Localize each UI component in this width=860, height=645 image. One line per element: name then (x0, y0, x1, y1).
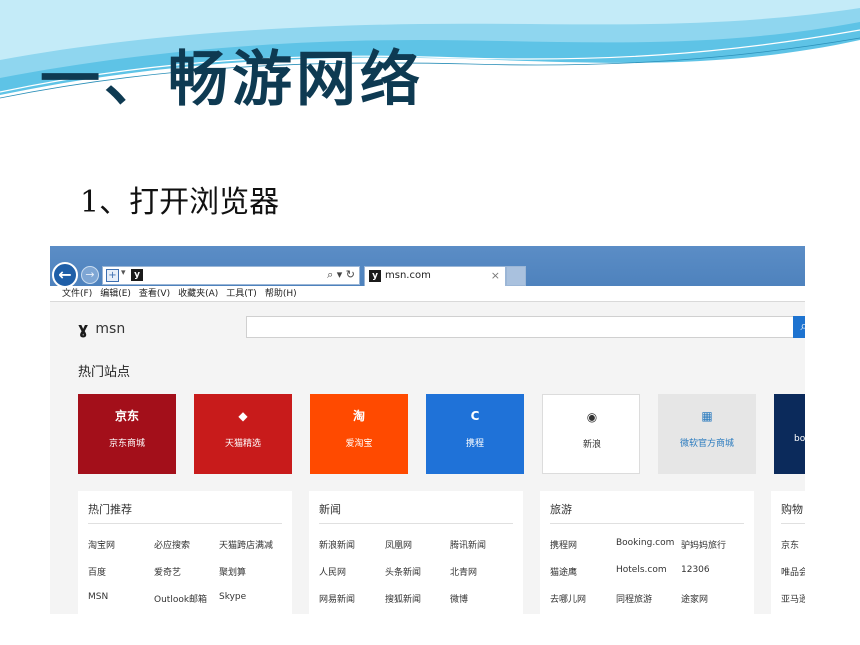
site-link[interactable]: 亚马逊 (781, 592, 805, 605)
close-icon[interactable]: × (491, 269, 500, 282)
site-tile[interactable]: 淘爱淘宝 (310, 394, 408, 474)
card-divider (781, 523, 805, 524)
site-link[interactable]: 搜狐新闻 (385, 592, 421, 605)
site-tile-label: 京东商城 (108, 439, 145, 449)
site-tile[interactable]: bo (774, 394, 805, 474)
menu-help[interactable]: 帮助(H) (265, 286, 297, 301)
browser-toolbar: ← → + ▾ y ⌕ ▾ ↻ y msn.com × (50, 246, 805, 288)
msn-favicon-icon: y (369, 270, 381, 282)
site-link[interactable]: Hotels.com (616, 565, 667, 575)
butterfly-icon: ɣ (78, 319, 89, 338)
address-tools-icons[interactable]: ⌕ ▾ ↻ (327, 268, 355, 282)
site-link[interactable]: 新浪新闻 (319, 538, 355, 551)
link-card: 购物京东唯品会亚马逊 (771, 491, 805, 614)
site-link[interactable]: MSN (88, 592, 108, 602)
link-card: 旅游携程网 Booking.com 驴妈妈旅行猫途鹰 Hotels.com 12306 去… (540, 491, 754, 614)
site-link[interactable]: 头条新闻 (385, 565, 421, 578)
site-link[interactable]: 百度 (88, 565, 106, 578)
new-tab-button[interactable] (506, 266, 526, 286)
browser-window: ← → + ▾ y ⌕ ▾ ↻ y msn.com × 文件(F) 编辑(E) … (50, 246, 805, 614)
site-link[interactable]: Booking.com (616, 538, 674, 548)
msn-favicon-icon: y (131, 269, 143, 281)
hot-sites-heading: 热门站点 (78, 365, 131, 380)
site-logo-icon: ◆ (238, 409, 248, 423)
site-tile[interactable]: 京东 京东商城 (78, 394, 176, 474)
site-link[interactable]: 必应搜索 (154, 538, 190, 551)
card-title[interactable]: 旅游 (550, 501, 572, 517)
site-link[interactable]: 聚划算 (219, 565, 246, 578)
menu-view[interactable]: 查看(V) (139, 286, 170, 301)
site-tile[interactable]: ◉ 新浪 (542, 394, 640, 474)
site-link[interactable]: 网易新闻 (319, 592, 355, 605)
site-link[interactable]: 微博 (450, 592, 468, 605)
msn-logo-text: msn (95, 320, 126, 337)
site-tile-label: 新浪 (582, 440, 601, 450)
card-title[interactable]: 新闻 (319, 501, 341, 517)
site-tile-label: 爱淘宝 (345, 439, 373, 449)
menu-tools[interactable]: 工具(T) (226, 286, 257, 301)
msn-logo[interactable]: ɣ msn (78, 318, 126, 338)
site-link[interactable]: 驴妈妈旅行 (681, 538, 726, 551)
slide-title: 一、畅游网络 (40, 45, 424, 115)
search-input[interactable] (246, 316, 794, 338)
card-title[interactable]: 购物 (781, 501, 803, 517)
site-logo-icon: ▦ (701, 409, 713, 423)
site-tile-label: 携程 (465, 439, 484, 449)
link-card: 热门推荐淘宝网 必应搜索 天猫跨店满减百度 爱奇艺 聚划算 MSN Outlook邮箱 Sky… (78, 491, 292, 614)
site-link[interactable]: Outlook邮箱 (154, 592, 207, 605)
address-bar[interactable]: + ▾ y ⌕ ▾ ↻ (102, 266, 360, 285)
forward-arrow-icon[interactable]: → (81, 266, 99, 284)
site-tile[interactable]: ◆ 天猫精选 (194, 394, 292, 474)
site-link[interactable]: 爱奇艺 (154, 565, 181, 578)
slide-subtitle: 1、打开浏览器 (80, 185, 280, 220)
site-tile[interactable]: C 携程 (426, 394, 524, 474)
site-tile-label: 天猫精选 (224, 439, 261, 449)
menu-file[interactable]: 文件(F) (62, 286, 92, 301)
site-link[interactable]: 12306 (681, 565, 710, 575)
site-link[interactable]: 凤凰网 (385, 538, 412, 551)
card-divider (550, 523, 744, 524)
site-link[interactable]: 猫途鹰 (550, 565, 577, 578)
site-link[interactable]: 同程旅游 (616, 592, 652, 605)
page-shield-icon[interactable]: + (106, 269, 119, 282)
search-icon[interactable]: ⌕ (793, 316, 805, 338)
site-link[interactable]: 京东 (781, 538, 799, 551)
site-logo-icon: 淘 (352, 409, 365, 423)
site-logo-icon: ◉ (586, 410, 598, 424)
site-link[interactable]: Skype (219, 592, 246, 602)
menu-edit[interactable]: 编辑(E) (100, 286, 131, 301)
site-link[interactable]: 天猫跨店满减 (219, 538, 273, 551)
site-link[interactable]: 携程网 (550, 538, 577, 551)
site-link[interactable]: 北青网 (450, 565, 477, 578)
tab-msn[interactable]: y msn.com × (364, 266, 506, 286)
card-divider (319, 523, 513, 524)
site-link[interactable]: 途家网 (681, 592, 708, 605)
site-link[interactable]: 唯品会 (781, 565, 805, 578)
link-card: 新闻新浪新闻 凤凰网 腾讯新闻人民网 头条新闻 北青网网易新闻 搜狐新闻 微博 (309, 491, 523, 614)
menu-favorites[interactable]: 收藏夹(A) (178, 286, 218, 301)
card-divider (88, 523, 282, 524)
site-link[interactable]: 人民网 (319, 565, 346, 578)
site-logo-icon: C (470, 409, 480, 423)
chevron-down-icon[interactable]: ▾ (121, 268, 126, 278)
site-logo-icon: 京东 (115, 409, 140, 423)
site-link[interactable]: 去哪儿网 (550, 592, 586, 605)
card-title[interactable]: 热门推荐 (88, 501, 132, 517)
site-tile-label: 微软官方商城 (679, 439, 734, 449)
tab-title: msn.com (385, 270, 431, 281)
back-arrow-icon[interactable]: ← (52, 262, 78, 288)
site-link[interactable]: 腾讯新闻 (450, 538, 486, 551)
menu-bar: 文件(F) 编辑(E) 查看(V) 收藏夹(A) 工具(T) 帮助(H) (50, 286, 805, 302)
site-tile[interactable]: ▦ 微软官方商城 (658, 394, 756, 474)
site-link[interactable]: 淘宝网 (88, 538, 115, 551)
site-tile-label: bo (794, 434, 805, 444)
